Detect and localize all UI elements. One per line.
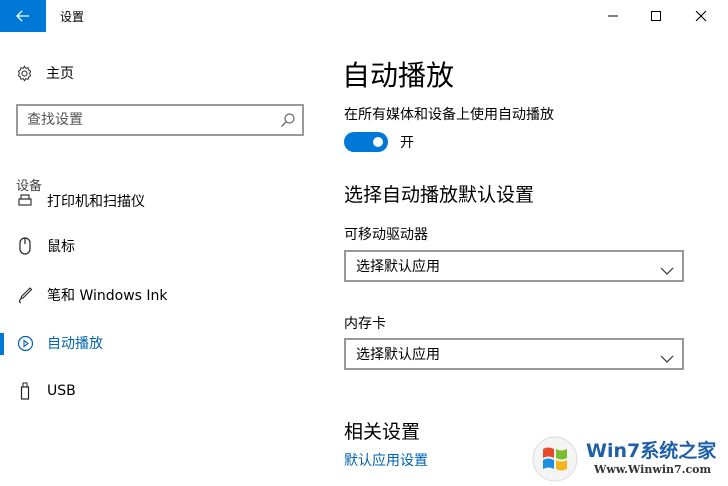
- watermark-url: Www.Winwin7.com: [594, 463, 712, 476]
- toggle-state-text: 开: [400, 135, 414, 151]
- watermark: Win7系统之家 Www.Winwin7.com: [528, 432, 728, 486]
- removable-drive-label: 可移动驱动器: [344, 227, 428, 243]
- sidebar-item-label: 自动播放: [47, 336, 103, 352]
- main-content: 自动播放 在所有媒体和设备上使用自动播放 开 选择自动播放默认设置 可移动驱动器…: [320, 32, 728, 486]
- removable-drive-select[interactable]: 选择默认应用: [344, 250, 684, 282]
- defaults-heading: 选择自动播放默认设置: [344, 184, 535, 206]
- sidebar-item-label: USB: [47, 383, 76, 399]
- selection-indicator: [0, 333, 4, 355]
- section-title-devices: 设备: [16, 179, 43, 194]
- memory-card-label: 内存卡: [344, 316, 386, 332]
- printer-icon: [16, 194, 34, 210]
- title-bar: 设置: [0, 0, 728, 32]
- gear-icon: [17, 64, 32, 82]
- sidebar-item-label: 打印机和扫描仪: [47, 194, 145, 210]
- window-title: 设置: [60, 10, 85, 24]
- windows-logo-icon: [532, 436, 578, 482]
- close-button[interactable]: [678, 0, 724, 32]
- close-icon: [695, 10, 707, 22]
- back-arrow-icon: [16, 10, 29, 22]
- search-input[interactable]: [18, 106, 268, 134]
- usb-icon: [16, 382, 34, 400]
- maximize-icon: [651, 11, 661, 21]
- maximize-button[interactable]: [633, 0, 679, 32]
- sidebar-item-label: 笔和 Windows Ink: [47, 288, 168, 304]
- autoplay-toggle[interactable]: [344, 132, 388, 152]
- memory-card-value: 选择默认应用: [356, 347, 440, 363]
- removable-drive-value: 选择默认应用: [356, 259, 440, 275]
- default-apps-link[interactable]: 默认应用设置: [344, 450, 428, 470]
- sidebar-item-autoplay[interactable]: 自动播放: [0, 321, 320, 365]
- sidebar-list: 打印机和扫描仪 鼠标 笔和 Windows Ink 自动播放 USB: [0, 194, 320, 486]
- mouse-icon: [16, 237, 34, 255]
- back-button[interactable]: [0, 0, 46, 32]
- minimize-button[interactable]: [590, 0, 636, 32]
- home-label: 主页: [46, 66, 74, 82]
- watermark-title: Win7系统之家: [586, 440, 717, 462]
- sidebar-item-pen[interactable]: 笔和 Windows Ink: [0, 273, 320, 317]
- memory-card-select[interactable]: 选择默认应用: [344, 338, 684, 370]
- related-settings-heading: 相关设置: [344, 421, 421, 443]
- sidebar-item-mouse[interactable]: 鼠标: [0, 224, 320, 268]
- sidebar-item-printers[interactable]: 打印机和扫描仪: [0, 194, 320, 223]
- sidebar: 主页 设备 打印机和扫描仪 鼠标 笔和 Wi: [0, 32, 320, 486]
- autoplay-toggle-label: 在所有媒体和设备上使用自动播放: [344, 107, 554, 123]
- autoplay-icon: [16, 334, 34, 352]
- minimize-icon: [608, 15, 618, 17]
- toggle-knob: [373, 137, 383, 147]
- sidebar-item-usb[interactable]: USB: [0, 369, 320, 413]
- pen-icon: [16, 286, 34, 304]
- page-title: 自动播放: [342, 59, 455, 92]
- search-box[interactable]: [16, 104, 304, 136]
- sidebar-item-home[interactable]: 主页: [16, 62, 74, 84]
- sidebar-item-label: 鼠标: [47, 239, 75, 255]
- chevron-down-icon: [660, 261, 674, 280]
- chevron-down-icon: [660, 349, 674, 368]
- search-icon[interactable]: [280, 112, 296, 132]
